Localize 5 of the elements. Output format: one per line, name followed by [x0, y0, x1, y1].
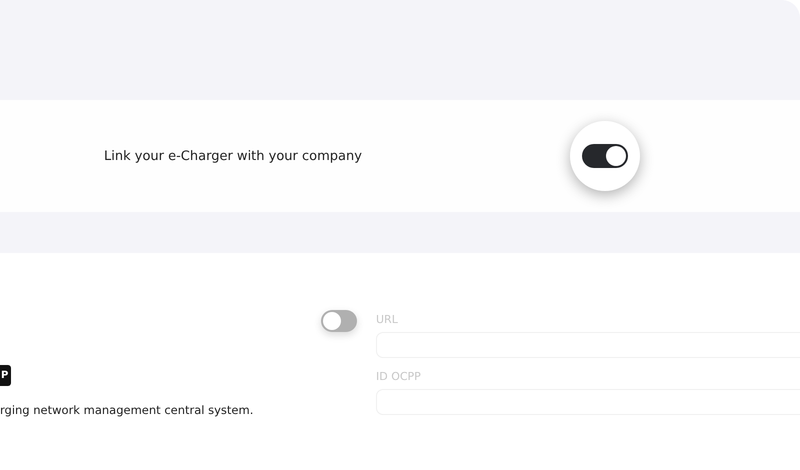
ocpp-toggle[interactable] — [321, 310, 357, 332]
ocpp-badge: P — [0, 365, 12, 386]
link-toggle[interactable] — [582, 144, 628, 168]
ocpp-description: rging network management central system. — [0, 403, 254, 417]
link-label: Link your e-Charger with your company — [104, 148, 363, 164]
